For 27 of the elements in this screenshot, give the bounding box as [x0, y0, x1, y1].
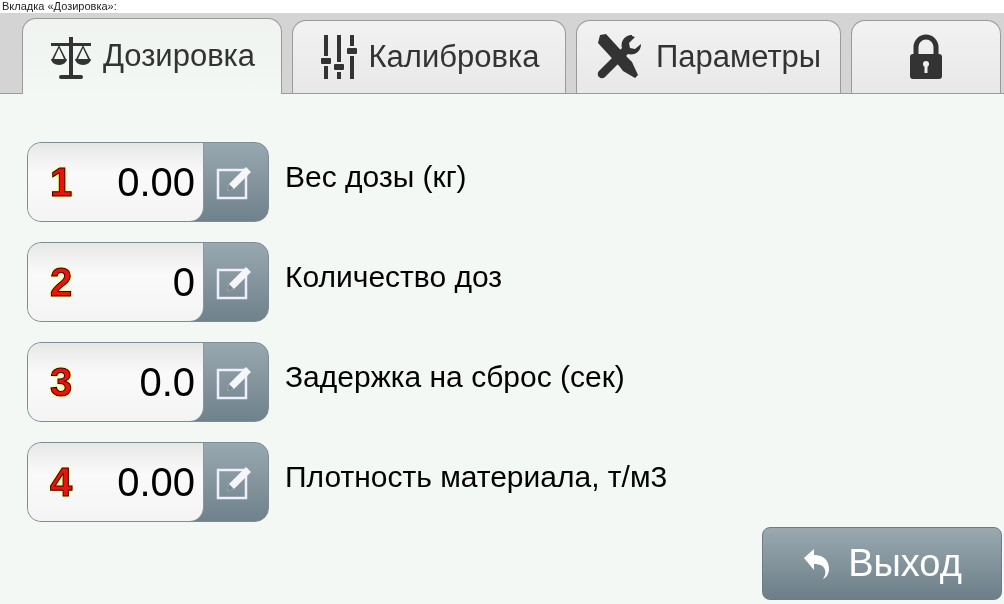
value-field[interactable]: 4 0.00: [28, 443, 204, 521]
tab-label: Параметры: [655, 37, 822, 76]
value-text: 0.00: [117, 159, 195, 206]
tab[interactable]: [851, 20, 1001, 93]
value-text: 0.0: [139, 359, 195, 406]
value-field[interactable]: 3 0.0: [28, 343, 204, 421]
tab[interactable]: Калибровка: [292, 20, 566, 93]
tab-label: Дозировка: [102, 37, 256, 76]
caption-text: Вкладка «Дозировка»:: [2, 0, 117, 12]
number-label: 4: [50, 459, 73, 506]
number-label: 2: [50, 259, 73, 306]
field-label: Количество доз: [285, 258, 503, 295]
number-label: 3: [50, 359, 73, 406]
tab-label: Калибровка: [368, 37, 540, 76]
tab[interactable]: Дозировка: [22, 18, 282, 94]
number-label: 1: [50, 159, 73, 206]
tab[interactable]: Параметры: [576, 20, 841, 93]
back-arrow-icon: [802, 547, 831, 580]
value-text: 0.00: [117, 459, 195, 506]
field-label: Задержка на сброс (сек): [285, 358, 625, 395]
field-label: Плотность материала, т/м3: [285, 458, 668, 495]
lock-icon: [908, 34, 944, 80]
sliders-icon: [318, 33, 359, 81]
value-field[interactable]: 1 0.00: [28, 143, 204, 221]
value-field[interactable]: 2 0: [28, 243, 204, 321]
value-text: 0: [172, 259, 195, 306]
field-label: Вес дозы (кг): [285, 158, 467, 195]
